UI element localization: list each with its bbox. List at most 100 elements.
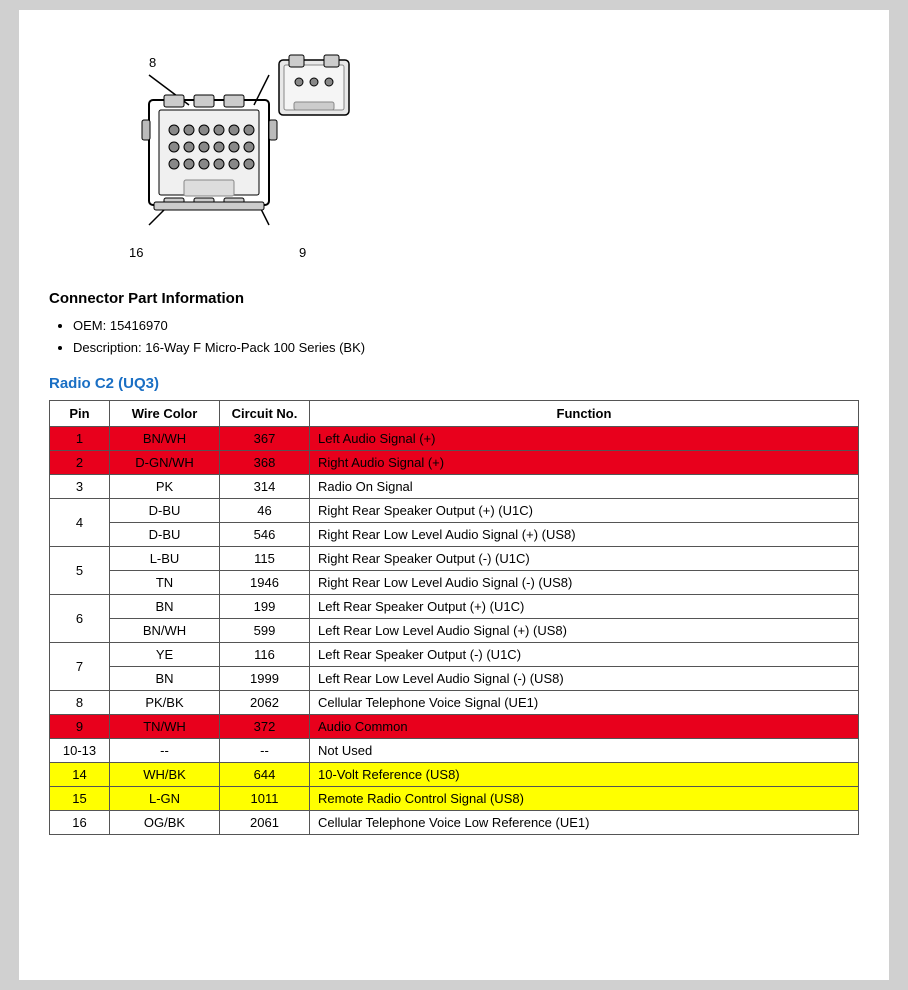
- table-row: 3PK314Radio On Signal: [50, 475, 859, 499]
- cell-circuit: 2061: [220, 811, 310, 835]
- cell-wire: BN/WH: [110, 619, 220, 643]
- cell-wire: PK/BK: [110, 691, 220, 715]
- table-row: 8PK/BK2062Cellular Telephone Voice Signa…: [50, 691, 859, 715]
- table-row: TN1946Right Rear Low Level Audio Signal …: [50, 571, 859, 595]
- cell-circuit: 2062: [220, 691, 310, 715]
- cell-wire: L-GN: [110, 787, 220, 811]
- cell-circuit: 115: [220, 547, 310, 571]
- header-function: Function: [310, 401, 859, 427]
- cell-pin: 9: [50, 715, 110, 739]
- cell-function: Cellular Telephone Voice Signal (UE1): [310, 691, 859, 715]
- cell-wire: D-BU: [110, 523, 220, 547]
- cell-function: Remote Radio Control Signal (US8): [310, 787, 859, 811]
- table-header-row: Pin Wire Color Circuit No. Function: [50, 401, 859, 427]
- cell-pin: 8: [50, 691, 110, 715]
- cell-function: Audio Common: [310, 715, 859, 739]
- label-8: 8: [149, 55, 156, 70]
- table-row: D-BU546Right Rear Low Level Audio Signal…: [50, 523, 859, 547]
- diagram-area: 8 1 16 9: [49, 30, 859, 270]
- cell-circuit: 116: [220, 643, 310, 667]
- connector-info-list: OEM: 15416970 Description: 16-Way F Micr…: [49, 315, 859, 359]
- cell-function: Left Rear Speaker Output (-) (U1C): [310, 643, 859, 667]
- table-row: 1BN/WH367Left Audio Signal (+): [50, 427, 859, 451]
- cell-function: Left Audio Signal (+): [310, 427, 859, 451]
- oem-info: OEM: 15416970: [73, 315, 859, 337]
- cell-wire: D-GN/WH: [110, 451, 220, 475]
- cell-circuit: 1999: [220, 667, 310, 691]
- cell-wire: L-BU: [110, 547, 220, 571]
- cell-function: Right Rear Low Level Audio Signal (-) (U…: [310, 571, 859, 595]
- cell-pin: 15: [50, 787, 110, 811]
- cell-circuit: 1011: [220, 787, 310, 811]
- cell-circuit: 599: [220, 619, 310, 643]
- cell-wire: BN: [110, 595, 220, 619]
- cell-function: Left Rear Low Level Audio Signal (+) (US…: [310, 619, 859, 643]
- cell-function: Right Rear Speaker Output (-) (U1C): [310, 547, 859, 571]
- table-row: 7YE116Left Rear Speaker Output (-) (U1C): [50, 643, 859, 667]
- cell-function: Right Rear Speaker Output (+) (U1C): [310, 499, 859, 523]
- table-row: 4D-BU46Right Rear Speaker Output (+) (U1…: [50, 499, 859, 523]
- table-row: 9TN/WH372Audio Common: [50, 715, 859, 739]
- cell-circuit: 1946: [220, 571, 310, 595]
- cell-function: Right Rear Low Level Audio Signal (+) (U…: [310, 523, 859, 547]
- header-wire: Wire Color: [110, 401, 220, 427]
- cell-circuit: 644: [220, 763, 310, 787]
- small-connector: [269, 50, 359, 130]
- header-pin: Pin: [50, 401, 110, 427]
- cell-wire: TN/WH: [110, 715, 220, 739]
- cell-wire: D-BU: [110, 499, 220, 523]
- cell-circuit: 314: [220, 475, 310, 499]
- cell-pin: 7: [50, 643, 110, 691]
- cell-function: Left Rear Speaker Output (+) (U1C): [310, 595, 859, 619]
- cell-wire: YE: [110, 643, 220, 667]
- connector-info: Connector Part Information OEM: 15416970…: [49, 290, 859, 359]
- description-info: Description: 16-Way F Micro-Pack 100 Ser…: [73, 337, 859, 359]
- cell-wire: OG/BK: [110, 811, 220, 835]
- label-16: 16: [129, 245, 143, 260]
- cell-function: 10-Volt Reference (US8): [310, 763, 859, 787]
- cell-pin: 1: [50, 427, 110, 451]
- cell-function: Not Used: [310, 739, 859, 763]
- connector-diagram: 8 1 16 9: [69, 50, 369, 270]
- section-title: Radio C2 (UQ3): [49, 375, 859, 392]
- table-row: 10-13----Not Used: [50, 739, 859, 763]
- cell-function: Left Rear Low Level Audio Signal (-) (US…: [310, 667, 859, 691]
- page: 8 1 16 9: [19, 10, 889, 980]
- cell-wire: PK: [110, 475, 220, 499]
- label-9: 9: [299, 245, 306, 260]
- header-circuit: Circuit No.: [220, 401, 310, 427]
- cell-wire: BN/WH: [110, 427, 220, 451]
- table-row: 16OG/BK2061Cellular Telephone Voice Low …: [50, 811, 859, 835]
- cell-pin: 2: [50, 451, 110, 475]
- cell-pin: 5: [50, 547, 110, 595]
- cell-function: Cellular Telephone Voice Low Reference (…: [310, 811, 859, 835]
- table-row: 14WH/BK64410-Volt Reference (US8): [50, 763, 859, 787]
- cell-pin: 3: [50, 475, 110, 499]
- cell-wire: WH/BK: [110, 763, 220, 787]
- cell-circuit: 367: [220, 427, 310, 451]
- cell-circuit: 46: [220, 499, 310, 523]
- cell-pin: 16: [50, 811, 110, 835]
- cell-function: Right Audio Signal (+): [310, 451, 859, 475]
- connector-info-title: Connector Part Information: [49, 290, 859, 307]
- pin-table: Pin Wire Color Circuit No. Function 1BN/…: [49, 400, 859, 835]
- cell-wire: TN: [110, 571, 220, 595]
- table-row: 2D-GN/WH368Right Audio Signal (+): [50, 451, 859, 475]
- cell-wire: BN: [110, 667, 220, 691]
- cell-circuit: --: [220, 739, 310, 763]
- table-row: BN1999Left Rear Low Level Audio Signal (…: [50, 667, 859, 691]
- table-row: 5L-BU115Right Rear Speaker Output (-) (U…: [50, 547, 859, 571]
- cell-circuit: 372: [220, 715, 310, 739]
- cell-pin: 14: [50, 763, 110, 787]
- cell-circuit: 199: [220, 595, 310, 619]
- cell-pin: 6: [50, 595, 110, 643]
- cell-pin: 10-13: [50, 739, 110, 763]
- cell-wire: --: [110, 739, 220, 763]
- table-row: BN/WH599Left Rear Low Level Audio Signal…: [50, 619, 859, 643]
- table-row: 15L-GN1011Remote Radio Control Signal (U…: [50, 787, 859, 811]
- cell-circuit: 546: [220, 523, 310, 547]
- cell-function: Radio On Signal: [310, 475, 859, 499]
- cell-pin: 4: [50, 499, 110, 547]
- cell-circuit: 368: [220, 451, 310, 475]
- table-row: 6BN199Left Rear Speaker Output (+) (U1C): [50, 595, 859, 619]
